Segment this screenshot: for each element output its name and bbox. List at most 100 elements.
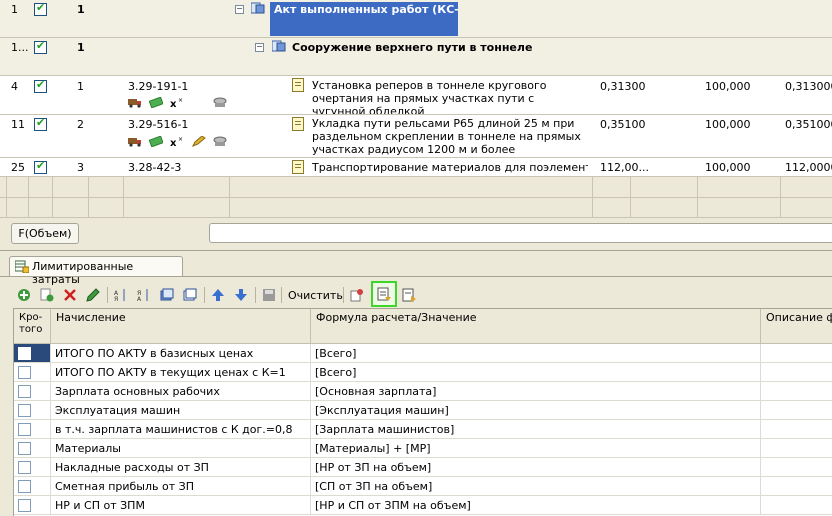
table-row[interactable]: 11 2 3.29-516-1 x× Укладка пути рельсами… [0,115,832,157]
total-checkbox[interactable] [18,385,31,398]
row-checkbox[interactable] [34,1,47,16]
total-checkbox[interactable] [18,404,31,417]
limited-costs-table: Кро-того Начисление Формула расчета/Знач… [13,308,832,516]
truck-icon [128,138,141,147]
total-checkbox[interactable] [18,499,31,512]
window-icon[interactable] [183,288,197,302]
row-checkbox[interactable] [34,78,47,93]
total-checkbox[interactable] [18,366,31,379]
header-total[interactable]: Кро-того [14,309,51,343]
save-icon[interactable] [262,288,276,302]
total-cell[interactable] [14,363,51,381]
header-accrual[interactable]: Начисление [51,309,311,343]
formula-input[interactable] [209,223,832,243]
table-row[interactable]: Сметная прибыль от ЗП [СП от ЗП на объем] [14,477,832,496]
clear-button[interactable]: Очистить [288,289,343,302]
accrual-cell[interactable]: ИТОГО ПО АКТУ в базисных ценах [51,344,311,362]
table-row[interactable]: Эксплуатация машин [Эксплуатация машин] [14,401,832,420]
accrual-cell[interactable]: Эксплуатация машин [51,401,311,419]
formula-cell[interactable]: [НР от ЗП на объем] [311,458,761,476]
delete-icon[interactable] [63,288,77,302]
accrual-cell[interactable]: в т.ч. зарплата машинистов с К дог.=0,8 [51,420,311,438]
accrual-cell[interactable]: Зарплата основных рабочих [51,382,311,400]
table-row[interactable]: Накладные расходы от ЗП [НР от ЗП на объе… [14,458,832,477]
document-icon [292,78,304,92]
svg-text:x: x [170,99,177,108]
total-checkbox[interactable] [18,480,31,493]
splitter[interactable] [0,250,832,251]
import-icon [377,287,391,301]
table-header: Кро-того Начисление Формула расчета/Знач… [14,309,832,344]
header-formula[interactable]: Формула расчета/Значение [311,309,761,343]
sort-desc-icon[interactable]: ЯA [137,288,151,302]
table-row[interactable]: ИТОГО ПО АКТУ в базисных ценах [Всего] [14,344,832,363]
selected-group-cell[interactable]: Акт выполненных работ (КС-2) [270,2,458,36]
accrual-cell[interactable]: Материалы [51,439,311,457]
table-row[interactable]: Зарплата основных рабочих [Основная зарпл… [14,382,832,401]
collapse-icon[interactable]: − [255,43,264,52]
total-cell[interactable] [14,477,51,495]
formula-volume-button[interactable]: F(Объем) [11,223,79,244]
formula-cell[interactable]: [Зарплата машинистов] [311,420,761,438]
svg-text:×: × [178,97,183,104]
money-icon [149,136,163,147]
formula-cell[interactable]: [НР и СП от ЗПМ на объем] [311,496,761,514]
add-icon[interactable] [17,288,31,302]
highlighted-toolbar-button[interactable] [371,281,397,307]
header-description[interactable]: Описание фо [761,309,832,343]
formula-cell[interactable]: [Всего] [311,344,761,362]
list-icon[interactable] [160,288,174,302]
total-cell[interactable] [14,420,51,438]
svg-text:Я: Я [114,296,118,302]
tab-limited-costs[interactable]: Лимитированные затраты [9,256,183,286]
table-row[interactable]: 25 3 3.28-42-3 Транспортирование материа… [0,158,832,176]
pencil-icon [192,136,206,147]
accrual-cell[interactable]: НР и СП от ЗПМ [51,496,311,514]
total-checkbox[interactable] [18,423,31,436]
formula-cell[interactable]: [Всего] [311,363,761,381]
table-row[interactable]: 1... 1 − Сооружение верхнего пути в тонн… [0,38,832,75]
collapse-icon[interactable]: − [235,5,244,14]
move-down-icon[interactable] [234,288,248,302]
table-row[interactable]: Материалы [Материалы] + [МР] [14,439,832,458]
estimate-grid: 1 1 − Акт выполненных работ (КС-2) 1... … [0,0,832,218]
row-checkbox[interactable] [34,159,47,174]
table-row[interactable]: 1 1 − Акт выполненных работ (КС-2) [0,0,832,37]
total-checkbox[interactable] [18,461,31,474]
money-icon [149,97,163,108]
total-checkbox[interactable] [18,442,31,455]
accrual-cell[interactable]: Сметная прибыль от ЗП [51,477,311,495]
export-icon[interactable] [402,288,416,302]
formula-cell[interactable]: [Материалы] + [МР] [311,439,761,457]
folder-icon [272,40,286,52]
copy-add-icon[interactable] [40,288,54,302]
settings-icon[interactable] [350,288,364,302]
total-cell[interactable] [14,458,51,476]
table-row[interactable]: ИТОГО ПО АКТУ в текущих ценах с К=1 [Всег… [14,363,832,382]
machine-icon [213,136,227,146]
total-cell[interactable] [14,401,51,419]
formula-cell[interactable]: [СП от ЗП на объем] [311,477,761,495]
row-checkbox[interactable] [34,116,47,131]
total-cell[interactable] [14,496,51,514]
truck-icon [128,99,141,108]
total-cell[interactable] [14,382,51,400]
edit-icon[interactable] [86,288,100,302]
sort-asc-icon[interactable]: AЯ [114,288,128,302]
table-row[interactable]: 4 1 3.29-191-1 x× Установка реперов в то… [0,76,832,118]
table-row[interactable]: в т.ч. зарплата машинистов с К дог.=0,8[… [14,420,832,439]
formula-cell[interactable]: [Эксплуатация машин] [311,401,761,419]
total-cell[interactable] [14,344,51,362]
total-checkbox[interactable] [18,347,31,360]
formula-cell[interactable]: [Основная зарплата] [311,382,761,400]
accrual-cell[interactable]: Накладные расходы от ЗП [51,458,311,476]
document-icon [292,117,304,131]
accrual-cell[interactable]: ИТОГО ПО АКТУ в текущих ценах с К=1 [51,363,311,381]
total-cell[interactable] [14,439,51,457]
move-up-icon[interactable] [211,288,225,302]
multiply-icon: x × [170,136,183,147]
svg-text:×: × [178,136,183,143]
document-icon [292,160,304,174]
row-checkbox[interactable] [34,39,47,54]
table-row[interactable]: НР и СП от ЗПМ [НР и СП от ЗПМ на объем] [14,496,832,515]
